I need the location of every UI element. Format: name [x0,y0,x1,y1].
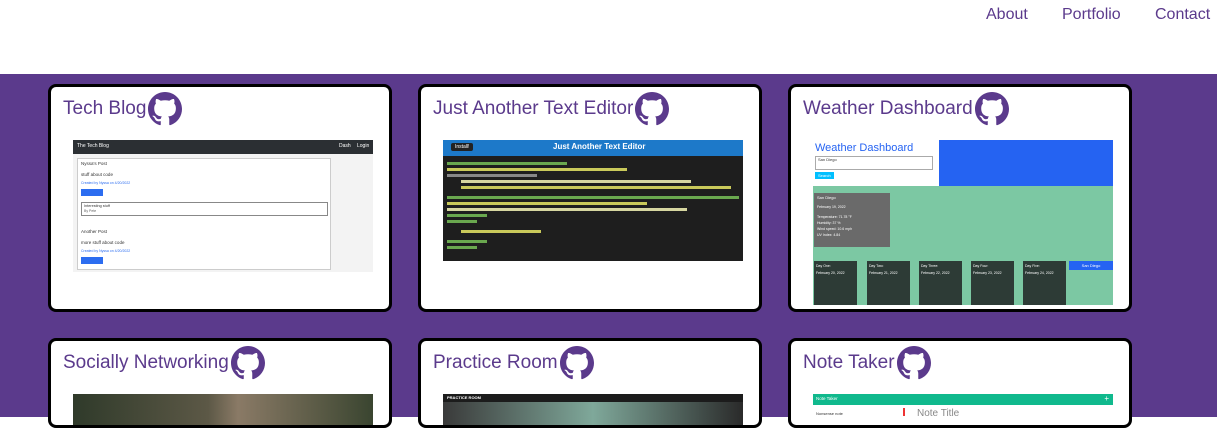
current-humidity: Humidity: 37 % [817,221,841,225]
project-screenshot[interactable]: Weather Dashboard San Diego Search San D… [813,140,1113,305]
note-header: Note Taker [816,396,838,401]
github-icon[interactable] [975,92,1009,126]
project-title[interactable]: Just Another Text Editor [433,98,633,120]
project-card-tech-blog[interactable]: Tech Blog The Tech Blog Dash Login Nyssa… [48,84,392,312]
forecast-day: Day Two: February 21, 2022 [867,261,910,305]
screenshot-header: Install! Just Another Text Editor [443,140,743,156]
forecast-day: Day One: February 20, 2022 [814,261,857,305]
card-title: Note Taker [803,346,931,380]
forecast-date: February 21, 2022 [869,271,898,275]
post1-body: stuff about code [81,172,113,177]
post2-meta: Created by Nyssa on 4/20/2022 [81,249,131,253]
comment-by: By Pete [84,209,97,213]
nav-contact-link[interactable]: Contact [1155,6,1210,24]
post2-body: more stuff about code [81,240,125,245]
practice-room-title: PRACTICE ROOM [447,395,481,400]
forecast-day: Day Four: February 23, 2022 [971,261,1014,305]
github-icon[interactable] [231,346,265,380]
forecast-label: Day Five: [1025,264,1040,268]
forecast-label: Day One: [816,264,831,268]
practice-room-image [443,402,743,425]
github-icon[interactable] [148,92,182,126]
github-icon[interactable] [897,346,931,380]
forecast-date: February 22, 2022 [921,271,950,275]
project-card-socially-networking[interactable]: Socially Networking [48,338,392,428]
card-title: Weather Dashboard [803,92,1009,126]
project-title[interactable]: Weather Dashboard [803,98,973,120]
project-screenshot[interactable] [73,394,373,425]
comment-button [81,189,103,196]
project-card-note-taker[interactable]: Note Taker Note Taker + Nonsense note No… [788,338,1132,428]
note-header-bar: Note Taker + [813,394,1113,405]
project-title[interactable]: Practice Room [433,352,558,374]
add-note-icon: + [1104,394,1109,403]
current-weather-box: San Diego February 19, 2022 Temperature:… [814,193,890,247]
post2-title: Another Post [81,229,108,234]
project-screenshot[interactable]: Install! Just Another Text Editor [443,140,743,261]
top-nav-bar: About Portfolio Contact [0,0,1217,74]
project-card-practice-room[interactable]: Practice Room PRACTICE ROOM [418,338,762,428]
note-cursor [903,408,905,416]
card-title: Just Another Text Editor [433,92,669,126]
search-button: Search [815,172,834,179]
install-button: Install! [451,143,474,151]
note-title-placeholder: Note Title [917,408,960,419]
portfolio-section: Tech Blog The Tech Blog Dash Login Nyssa… [0,74,1217,428]
forecast-label: Day Three: [921,264,939,268]
forecast-day: Day Three: February 22, 2022 [919,261,962,305]
forecast-label: Day Two: [869,264,884,268]
weather-title: Weather Dashboard [815,142,914,154]
current-city: San Diego [817,195,836,200]
screenshot-post-area: Nyssa's Post stuff about code Created by… [77,158,331,270]
screenshot-login: Login [357,143,370,149]
card-title: Tech Blog [63,92,182,126]
comment-text: Interesting stuff [84,204,110,208]
blue-panel [939,140,1113,186]
nav-portfolio-link[interactable]: Portfolio [1062,6,1121,24]
screenshot-dash: Dash [339,143,351,149]
current-wind: Wind speed: 10.6 mph [817,227,853,231]
project-title[interactable]: Socially Networking [63,352,229,374]
saved-city-button: San Diego [1069,261,1113,270]
comment-button-2 [81,257,103,264]
current-temp: Temperature: 71.78 °F [817,215,852,219]
project-card-text-editor[interactable]: Just Another Text Editor Install! Just A… [418,84,762,312]
card-title: Practice Room [433,346,594,380]
project-screenshot[interactable]: Note Taker + Nonsense note Note Title [813,394,1113,425]
forecast-date: February 23, 2022 [973,271,1002,275]
github-icon[interactable] [560,346,594,380]
search-input: San Diego [815,156,933,170]
project-screenshot[interactable]: The Tech Blog Dash Login Nyssa's Post st… [73,140,373,272]
forecast-date: February 20, 2022 [816,271,845,275]
screenshot-navbar: The Tech Blog Dash Login [73,140,373,154]
github-icon[interactable] [635,92,669,126]
forecast-date: February 24, 2022 [1025,271,1054,275]
forecast-day: Day Five: February 24, 2022 [1023,261,1066,305]
card-title: Socially Networking [63,346,265,380]
project-screenshot[interactable]: PRACTICE ROOM [443,394,743,425]
post1-meta: Created by Nyssa on 4/20/2022 [81,181,131,185]
editor-title: Just Another Text Editor [553,142,646,151]
nav-about-link[interactable]: About [986,6,1028,24]
forecast-label: Day Four: [973,264,989,268]
comment-box: Interesting stuff By Pete [81,202,328,216]
screenshot-brand: The Tech Blog [77,143,109,149]
project-card-weather-dashboard[interactable]: Weather Dashboard Weather Dashboard San … [788,84,1132,312]
current-date: February 19, 2022 [817,205,846,209]
project-title[interactable]: Tech Blog [63,98,146,120]
post1-title: Nyssa's Post [81,161,107,166]
project-title[interactable]: Note Taker [803,352,895,374]
note-list-item: Nonsense note [816,411,843,416]
current-uv: UV Index: 4.84 [817,233,841,237]
